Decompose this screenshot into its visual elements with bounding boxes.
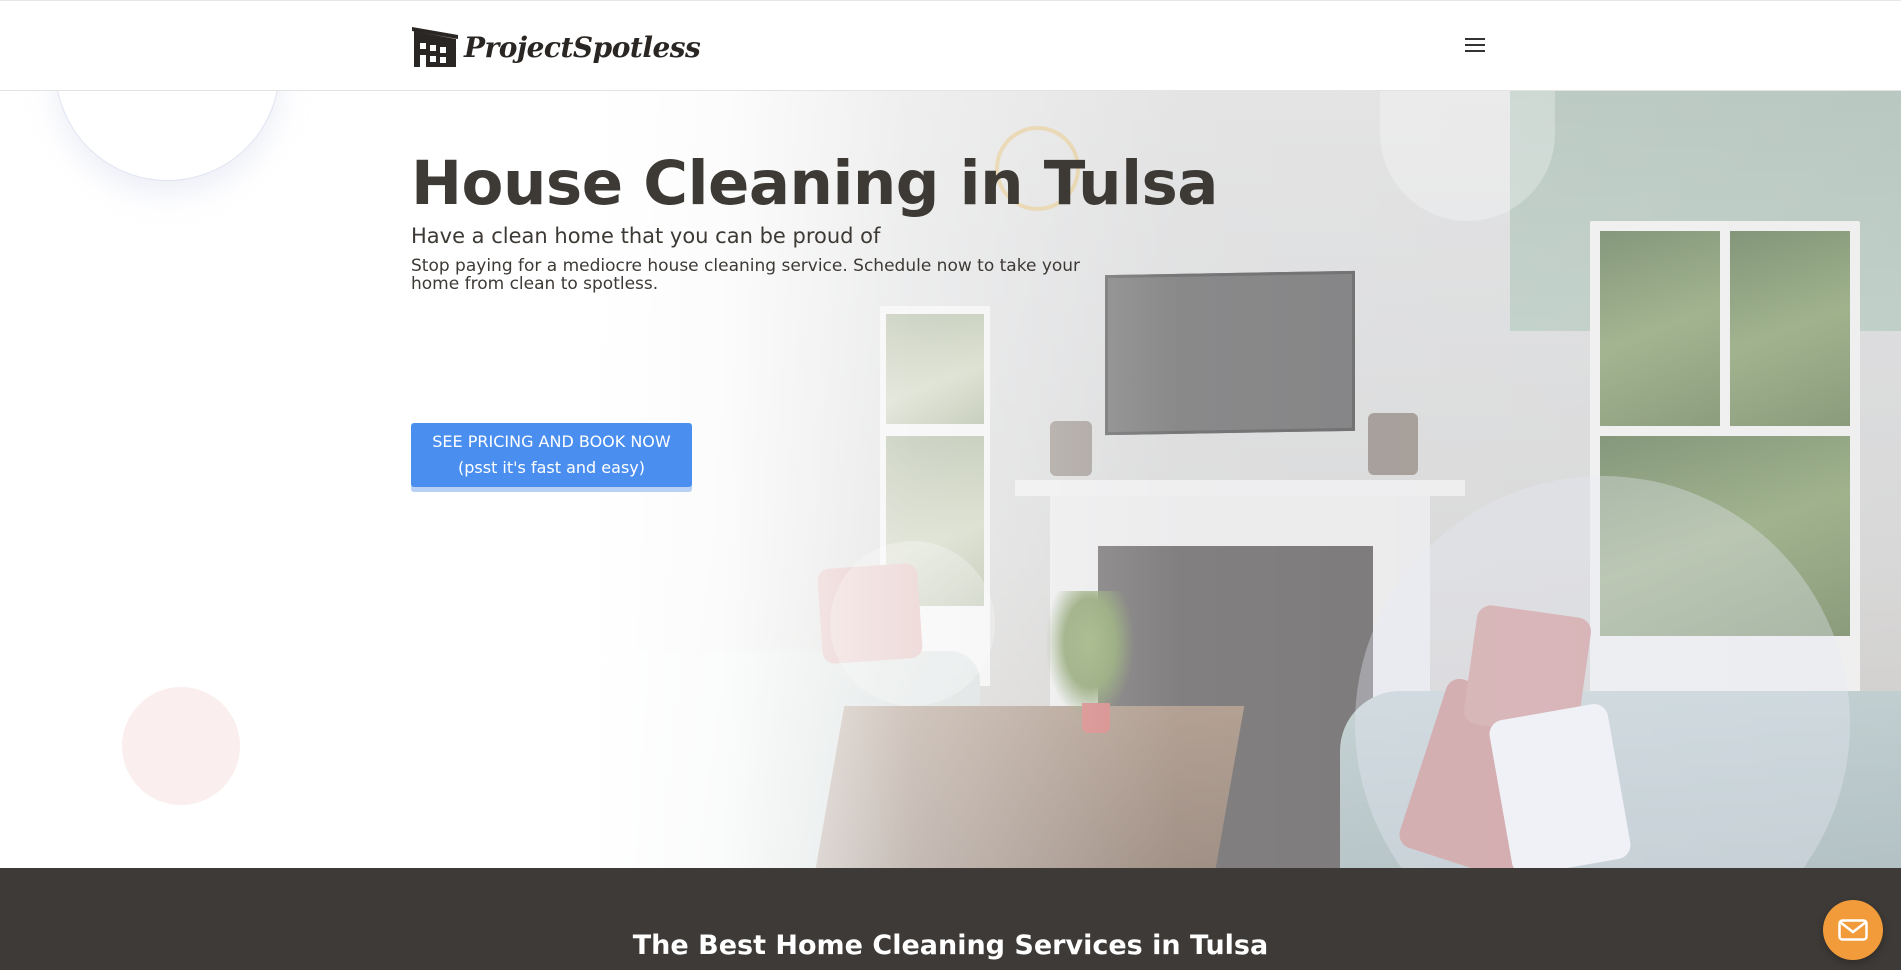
book-now-button[interactable]: SEE PRICING AND BOOK NOW (psst it's fast… bbox=[411, 423, 692, 487]
hero-description: Stop paying for a mediocre house cleanin… bbox=[411, 256, 1081, 294]
house-logo-icon bbox=[412, 27, 458, 67]
site-header: ProjectSpotless bbox=[0, 0, 1901, 91]
cta-sublabel: (psst it's fast and easy) bbox=[458, 458, 645, 477]
hero-subtitle: Have a clean home that you can be proud … bbox=[411, 224, 881, 248]
services-band: The Best Home Cleaning Services in Tulsa bbox=[0, 868, 1901, 970]
section-title: The Best Home Cleaning Services in Tulsa bbox=[632, 930, 1269, 961]
envelope-icon bbox=[1838, 919, 1868, 941]
hamburger-menu-icon[interactable] bbox=[1462, 34, 1488, 56]
logo[interactable]: ProjectSpotless bbox=[412, 23, 701, 71]
cta-label: SEE PRICING AND BOOK NOW bbox=[432, 432, 671, 451]
decorative-circle bbox=[830, 541, 995, 706]
contact-chat-button[interactable] bbox=[1823, 900, 1883, 960]
decorative-circle bbox=[122, 687, 240, 805]
hero-section: House Cleaning in Tulsa Have a clean hom… bbox=[0, 91, 1901, 868]
page-title: House Cleaning in Tulsa bbox=[411, 148, 1218, 219]
logo-text: ProjectSpotless bbox=[464, 30, 701, 64]
